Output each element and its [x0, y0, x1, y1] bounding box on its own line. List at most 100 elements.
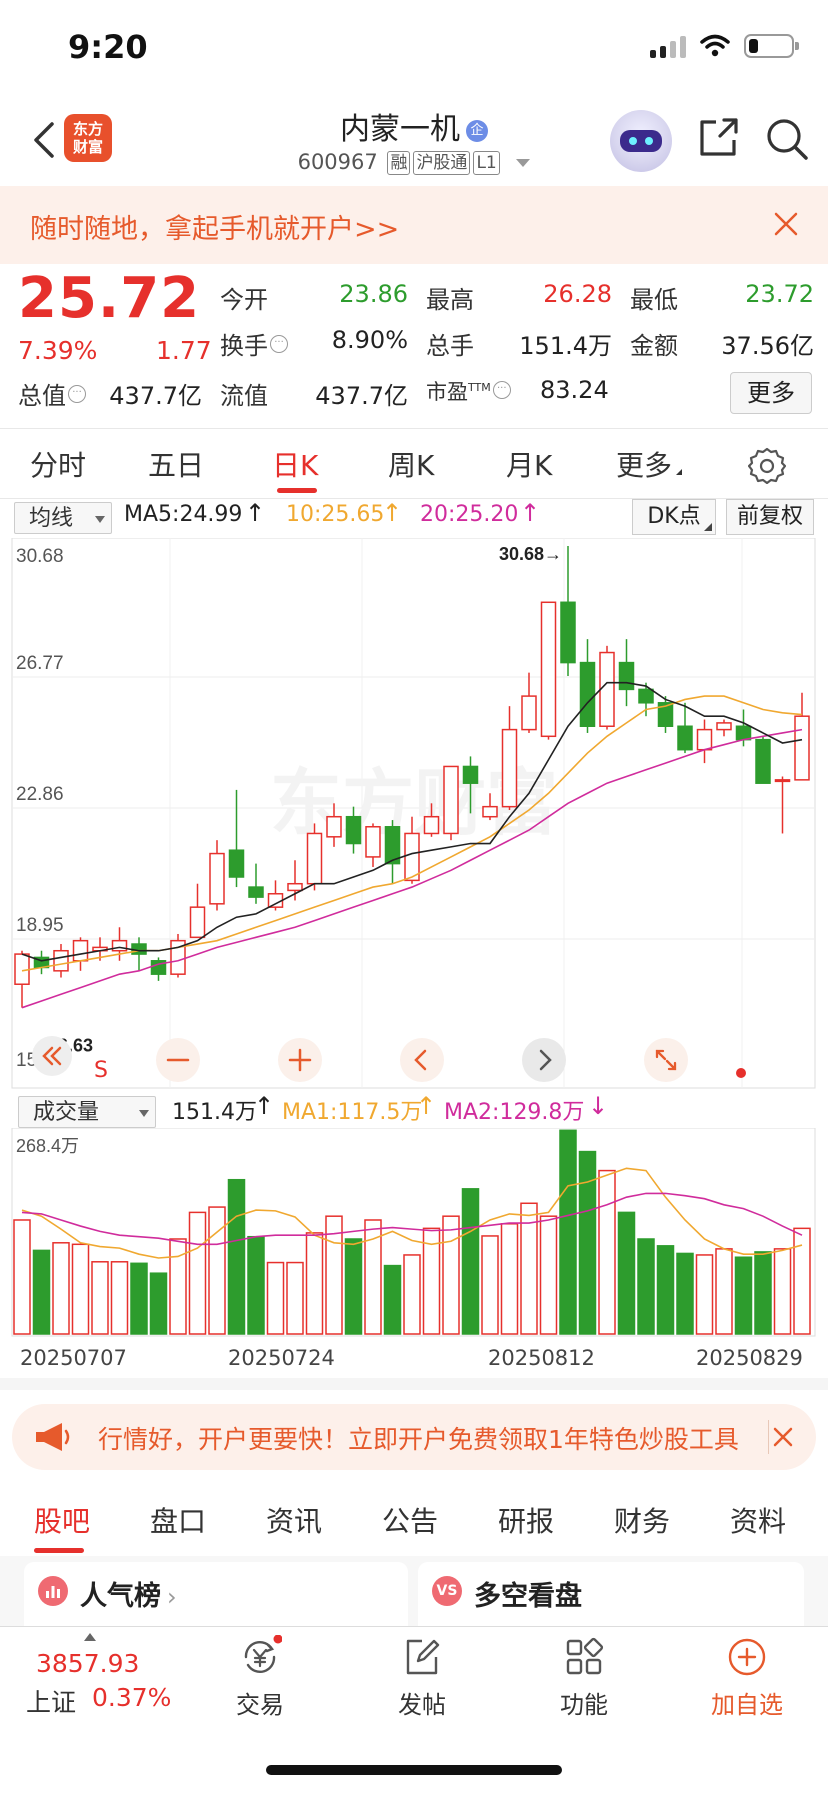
volume-bar	[149, 1272, 168, 1335]
volume-bar	[578, 1150, 597, 1335]
functions-label: 功能	[560, 1691, 608, 1719]
ad-banner[interactable]: 行情好，开户更要快！立即开户免费领取1年特色炒股工具	[12, 1404, 816, 1470]
index-change[interactable]: 0.37%	[92, 1683, 171, 1712]
close-icon[interactable]	[772, 210, 800, 238]
info-icon[interactable]: ···	[68, 385, 86, 403]
volume-bar	[793, 1227, 811, 1335]
bottom-tab-bar: 3857.93 上证 0.37% 交易 发帖 功能 加自选	[0, 1626, 828, 1793]
scroll-right-button[interactable]	[522, 1038, 566, 1082]
bull-bear-card[interactable]: VS 多空看盘	[418, 1562, 804, 1626]
index-value[interactable]: 3857.93	[36, 1649, 139, 1678]
volume-bar	[305, 1232, 324, 1335]
robot-assistant-icon[interactable]	[610, 110, 672, 172]
tab-profile[interactable]: 资料	[730, 1500, 786, 1540]
gear-icon[interactable]	[748, 446, 786, 484]
tab-weekly-k[interactable]: 周K	[388, 444, 434, 484]
tab-daily-k[interactable]: 日K	[272, 444, 318, 484]
ma20-value: 20:25.20	[420, 502, 519, 527]
card-title: 人气榜	[80, 1581, 161, 1612]
candle-body	[560, 601, 576, 664]
share-icon[interactable]	[696, 116, 740, 160]
volume-bar	[188, 1211, 207, 1335]
account-promo-banner[interactable]: 随时随地，拿起手机就开户>>	[0, 186, 828, 264]
volume-chart[interactable]: 268.4万	[0, 1128, 828, 1338]
ma10-arrow-icon: ↑	[382, 499, 403, 527]
tab-more[interactable]: 更多	[616, 444, 683, 484]
candle-body	[735, 725, 752, 741]
search-icon[interactable]	[764, 116, 810, 162]
volume-bar	[403, 1254, 421, 1335]
candle-body	[72, 939, 89, 962]
live-indicator-dot	[736, 1068, 746, 1078]
volume-bar	[500, 1223, 519, 1335]
popularity-card[interactable]: 人气榜 ›	[24, 1562, 408, 1626]
candle-body	[404, 832, 420, 882]
forward-adjust-button[interactable]: 前复权	[726, 499, 814, 535]
fullscreen-button[interactable]	[644, 1038, 688, 1082]
sub-indicator-select[interactable]: 成交量	[18, 1096, 156, 1128]
candle-body	[521, 695, 537, 731]
tab-forum[interactable]: 股吧	[34, 1500, 90, 1540]
add-watchlist-button[interactable]: 加自选	[692, 1635, 802, 1720]
high-label: 最高	[426, 286, 474, 314]
tab-announcements[interactable]: 公告	[382, 1500, 438, 1540]
pe-label: 市盈	[426, 380, 468, 404]
status-bar: 9:20	[0, 0, 828, 96]
chevron-right-icon	[539, 1049, 552, 1071]
volume-bar	[32, 1249, 51, 1335]
quote-panel: 25.72 7.39% 1.77 今开 23.86 最高 26.28 最低 23…	[0, 264, 828, 428]
tab-order-book[interactable]: 盘口	[150, 1500, 206, 1540]
rewind-button[interactable]	[32, 1036, 72, 1076]
tab-news[interactable]: 资讯	[266, 1500, 322, 1540]
date-label: 20250812	[488, 1346, 595, 1370]
tab-financials[interactable]: 财务	[614, 1500, 670, 1540]
candle-body	[248, 886, 264, 898]
tab-research[interactable]: 研报	[498, 1500, 554, 1540]
amount-label: 金额	[630, 332, 678, 360]
indicator-select[interactable]: 均线	[14, 502, 112, 534]
date-label: 20250724	[228, 1346, 335, 1370]
index-name[interactable]: 上证	[26, 1683, 76, 1719]
tab-intraday[interactable]: 分时	[30, 444, 86, 484]
info-icon[interactable]: ···	[492, 381, 511, 399]
volume-bar	[13, 1219, 31, 1335]
candle-body	[287, 882, 303, 892]
tab-five-day[interactable]: 五日	[148, 444, 204, 484]
add-watchlist-label: 加自选	[711, 1691, 783, 1719]
margin-tag: 融	[387, 151, 411, 175]
expand-up-icon[interactable]	[84, 1633, 96, 1641]
trade-button[interactable]: 交易	[205, 1635, 315, 1720]
tab-monthly-k[interactable]: 月K	[506, 444, 552, 484]
feature-cards: 人气榜 › VS 多空看盘	[0, 1556, 828, 1626]
zoom-in-button[interactable]	[278, 1038, 322, 1082]
vol-ma2-arrow-icon: ↓	[588, 1092, 609, 1120]
chevron-left-icon	[414, 1049, 427, 1071]
amount-value: 37.56亿	[721, 332, 814, 360]
more-quote-button[interactable]: 更多	[730, 372, 812, 414]
date-axis: 20250707 20250724 20250812 20250829	[0, 1344, 828, 1378]
candlestick-chart[interactable]: 30.6826.7722.8618.9515.04东方财富30.68→←16.6…	[0, 538, 828, 1090]
yen-cycle-icon	[244, 1635, 282, 1673]
candle-body	[14, 953, 30, 985]
ad-text[interactable]: 行情好，开户更要快！立即开户免费领取1年特色炒股工具	[98, 1420, 768, 1456]
scroll-left-button[interactable]	[400, 1038, 444, 1082]
float-cap-value: 437.7亿	[315, 382, 408, 410]
info-icon[interactable]: ···	[270, 335, 288, 353]
candle-body	[716, 722, 732, 731]
y-tick-label: 22.86	[16, 784, 64, 805]
dk-signal-button[interactable]: DK点	[632, 499, 716, 535]
period-tabs: 分时 五日 日K 周K 月K 更多	[0, 432, 828, 498]
chevron-down-icon[interactable]	[516, 159, 531, 167]
post-button[interactable]: 发帖	[367, 1635, 477, 1720]
functions-button[interactable]: 功能	[529, 1635, 639, 1720]
date-label: 20250829	[696, 1346, 803, 1370]
expand-icon	[655, 1049, 677, 1071]
chart-bar-icon	[38, 1576, 68, 1606]
low-value: 23.72	[745, 280, 814, 308]
zoom-out-button[interactable]	[156, 1038, 200, 1082]
open-value: 23.86	[339, 280, 408, 308]
plus-icon	[288, 1048, 312, 1072]
close-icon[interactable]	[772, 1426, 794, 1448]
promo-text[interactable]: 随时随地，拿起手机就开户>>	[30, 207, 399, 246]
candle-body	[443, 765, 459, 835]
